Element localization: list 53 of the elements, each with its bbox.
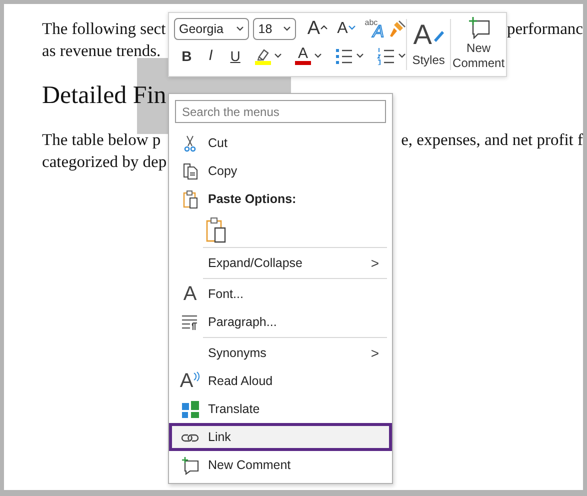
paragraph-text: The following sect bbox=[42, 18, 166, 40]
menu-item[interactable]: A Font... bbox=[169, 280, 392, 308]
translate-icon bbox=[180, 400, 200, 418]
paste-keep-formatting-button[interactable] bbox=[205, 216, 227, 242]
copy-icon bbox=[182, 162, 198, 180]
bold-button[interactable]: B bbox=[178, 48, 196, 64]
menu-item[interactable]: Expand/Collapse > bbox=[169, 249, 392, 277]
underline-button[interactable]: U bbox=[226, 48, 244, 64]
font-glyph-icon: A bbox=[183, 284, 197, 304]
menu-item[interactable]: Translate bbox=[169, 395, 392, 423]
menu-item[interactable]: Cut bbox=[169, 129, 392, 157]
font-name-dropdown[interactable]: Georgia bbox=[174, 18, 250, 40]
chevron-down-icon bbox=[274, 53, 282, 59]
comment-plus-icon bbox=[181, 456, 199, 474]
chevron-down-icon bbox=[398, 53, 406, 59]
bullet-list-icon bbox=[334, 47, 353, 65]
comment-plus-icon bbox=[466, 16, 491, 39]
paragraph-text: performanc bbox=[506, 18, 583, 40]
new-comment-button[interactable]: New Comment bbox=[451, 13, 506, 76]
heading-text: Detailed Fin bbox=[42, 81, 166, 111]
grow-font-button[interactable]: A bbox=[307, 19, 328, 39]
menu-item[interactable]: Synonyms > bbox=[169, 339, 392, 367]
paragraph-text: categorized by dep bbox=[42, 151, 167, 173]
font-glyph-icon: A bbox=[180, 371, 194, 391]
paragraph-text: as revenue trends. bbox=[42, 40, 161, 62]
italic-button[interactable]: I bbox=[202, 48, 220, 64]
menu-item[interactable]: Link bbox=[169, 423, 392, 451]
paintbrush-icon bbox=[432, 28, 444, 42]
chevron-down-icon bbox=[283, 26, 292, 32]
paragraph-text: The table below p bbox=[42, 129, 161, 151]
menu-item[interactable]: Paragraph... bbox=[169, 308, 392, 336]
font-size-dropdown[interactable]: 18 bbox=[253, 18, 296, 40]
chevron-down-icon bbox=[236, 26, 244, 32]
font-color-button[interactable]: A bbox=[298, 47, 308, 61]
styles-button[interactable]: A Styles bbox=[406, 13, 450, 76]
format-painter-icon bbox=[388, 20, 406, 38]
clipboard-icon bbox=[182, 190, 198, 208]
paragraph-icon bbox=[181, 313, 199, 331]
numbered-list-icon bbox=[376, 47, 395, 65]
sound-waves-icon bbox=[193, 371, 200, 382]
highlight-color-bar bbox=[254, 60, 271, 64]
menu-item[interactable]: New Comment bbox=[169, 451, 392, 479]
highlighter-icon bbox=[254, 48, 271, 60]
chevron-down-icon bbox=[314, 53, 322, 59]
menu-search-field[interactable]: Search the menus bbox=[175, 100, 386, 123]
shrink-font-button[interactable]: A bbox=[337, 19, 356, 39]
menu-item[interactable]: A Read Aloud bbox=[169, 367, 392, 395]
font-color-bar bbox=[294, 61, 311, 65]
section-header: Paste Options: bbox=[208, 192, 298, 206]
paragraph-text: e, expenses, and net profit f bbox=[401, 129, 583, 151]
menu-item[interactable]: Copy bbox=[169, 157, 392, 185]
chevron-down-icon bbox=[356, 53, 364, 59]
scissors-icon bbox=[182, 134, 198, 152]
